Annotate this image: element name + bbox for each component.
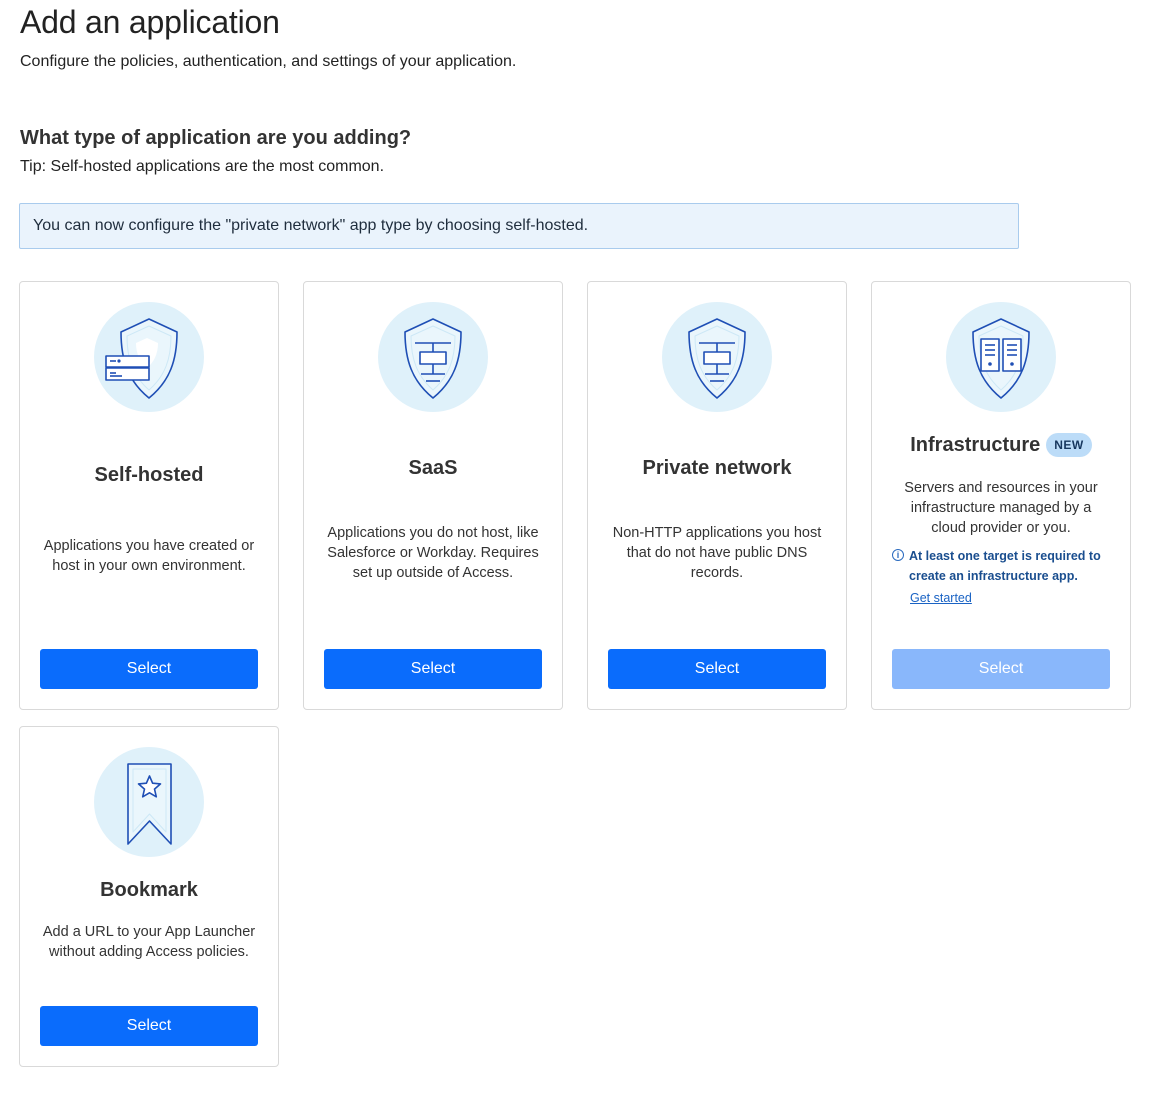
card-description: Servers and resources in your infrastruc…	[904, 480, 1098, 536]
section-tip: Tip: Self-hosted applications are the mo…	[20, 158, 385, 175]
card-description: Add a URL to your App Launcher without a…	[42, 924, 256, 960]
notice-text: At least one target is required to creat…	[909, 549, 1101, 583]
card-self-hosted: Self-hosted Applications you have create…	[19, 281, 279, 710]
shield-server-icon	[94, 302, 204, 412]
new-badge: NEW	[1046, 433, 1092, 457]
infrastructure-notice: i At least one target is required to cre…	[892, 546, 1114, 605]
card-title: Self-hosted	[94, 464, 204, 486]
select-infrastructure-button[interactable]: Select	[892, 649, 1110, 689]
shield-network-icon	[378, 302, 488, 412]
section-title: What type of application are you adding?	[20, 127, 412, 149]
page-title: Add an application	[20, 4, 280, 40]
shield-servers-icon	[946, 302, 1056, 412]
card-title: Private network	[642, 457, 792, 479]
card-title-row: Infrastructure NEW	[872, 433, 1130, 457]
card-description: Non-HTTP applications you host that do n…	[612, 525, 822, 581]
card-saas: SaaS Applications you do not host, like …	[303, 281, 563, 710]
card-infrastructure: Infrastructure NEW Servers and resources…	[871, 281, 1131, 710]
info-banner: You can now configure the "private netwo…	[19, 203, 1019, 249]
card-description: Applications you do not host, like Sales…	[327, 525, 539, 581]
select-private-network-button[interactable]: Select	[608, 649, 826, 689]
card-title: SaaS	[408, 457, 458, 479]
get-started-link[interactable]: Get started	[910, 588, 972, 608]
card-bookmark: Bookmark Add a URL to your App Launcher …	[19, 726, 279, 1067]
info-banner-text: You can now configure the "private netwo…	[33, 217, 589, 234]
select-self-hosted-button[interactable]: Select	[40, 649, 258, 689]
card-title: Infrastructure	[910, 433, 1041, 456]
card-title: Bookmark	[100, 879, 198, 901]
info-icon: i	[892, 549, 904, 561]
select-saas-button[interactable]: Select	[324, 649, 542, 689]
select-bookmark-button[interactable]: Select	[40, 1006, 258, 1046]
shield-network-icon	[662, 302, 772, 412]
card-description: Applications you have created or host in…	[43, 538, 255, 574]
card-private-network: Private network Non-HTTP applications yo…	[587, 281, 847, 710]
bookmark-star-icon	[94, 747, 204, 857]
page-subtitle: Configure the policies, authentication, …	[20, 53, 517, 70]
